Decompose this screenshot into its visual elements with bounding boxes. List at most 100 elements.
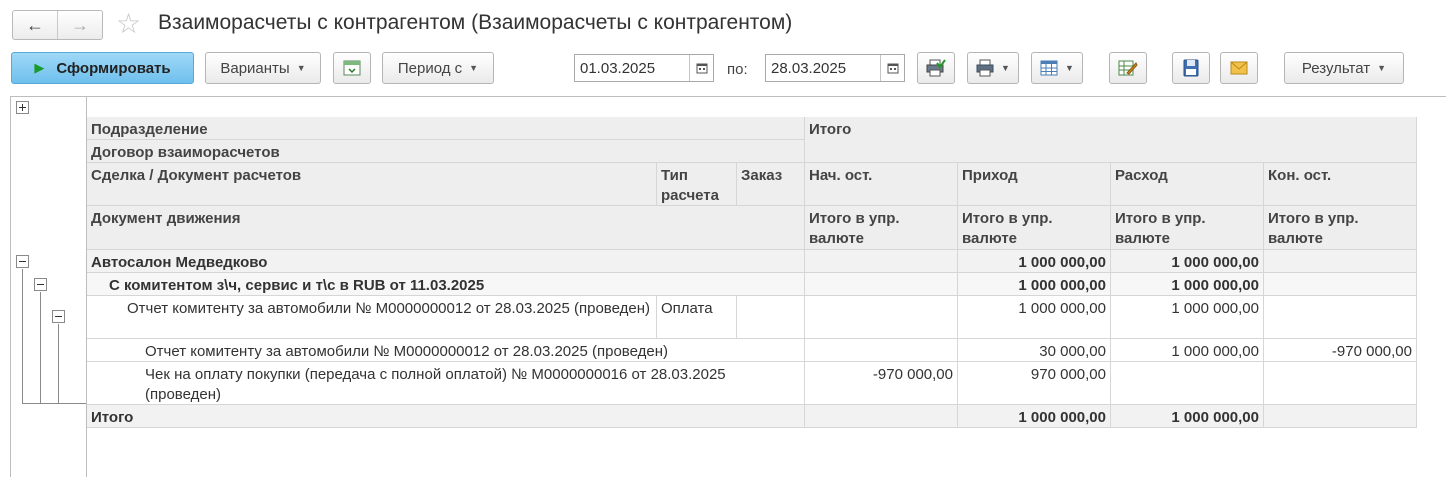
title-bar: ← → ☆ Взаиморасчеты с контрагентом (Взаи… <box>0 0 1446 48</box>
header-opening: Нач. ост. <box>805 163 958 206</box>
toolbar: ▶ Сформировать Варианты ▼ Период с ▼ по: <box>0 50 1446 86</box>
header-closing: Кон. ост. <box>1264 163 1417 206</box>
row-total-expense: 1 000 000,00 <box>1111 405 1264 428</box>
row-total-name: Итого <box>87 405 805 428</box>
navigation-buttons: ← → <box>12 10 103 40</box>
play-icon: ▶ <box>34 60 45 75</box>
panel-toggle-icon <box>343 60 361 76</box>
chevron-down-icon: ▼ <box>1377 63 1387 73</box>
row-movement-1-opening <box>805 339 958 362</box>
period-button[interactable]: Период с ▼ <box>382 52 494 84</box>
row-deal-order <box>737 296 805 339</box>
printer-icon <box>976 59 994 77</box>
chevron-down-icon: ▼ <box>296 63 306 73</box>
report-top-border <box>10 96 1446 97</box>
date-to-input[interactable] <box>766 55 876 81</box>
header-sub-closing: Итого в упр. валюте <box>1264 206 1417 250</box>
generate-button[interactable]: ▶ Сформировать <box>11 52 194 84</box>
collapse-group-icon[interactable] <box>16 255 29 268</box>
to-label: по: <box>727 61 748 78</box>
row-movement-1-income: 30 000,00 <box>958 339 1111 362</box>
row-contract-name[interactable]: С комитентом з\ч, сервис и т\с в RUB от … <box>87 273 805 296</box>
print-preview-button[interactable] <box>917 52 955 84</box>
row-total-opening <box>805 405 958 428</box>
row-deal-closing <box>1264 296 1417 339</box>
floppy-disk-icon <box>1183 59 1199 77</box>
row-contract-expense: 1 000 000,00 <box>1111 273 1264 296</box>
tree-line <box>22 403 86 404</box>
forward-button[interactable]: → <box>57 11 102 39</box>
row-deal-opening <box>805 296 958 339</box>
row-deal-calc-type: Оплата <box>657 296 737 339</box>
tree-line <box>58 324 59 404</box>
row-movement-2-closing <box>1264 362 1417 405</box>
table-settings-button[interactable]: ▼ <box>1031 52 1083 84</box>
row-deal-income: 1 000 000,00 <box>958 296 1111 339</box>
result-button[interactable]: Результат ▼ <box>1284 52 1404 84</box>
row-deal-name[interactable]: Отчет комитенту за автомобили № М0000000… <box>87 296 657 339</box>
date-from-input[interactable] <box>575 55 685 81</box>
header-order: Заказ <box>737 163 805 206</box>
edit-table-icon <box>1118 60 1138 76</box>
result-label: Результат <box>1301 59 1371 77</box>
row-contract-income: 1 000 000,00 <box>958 273 1111 296</box>
back-button[interactable]: ← <box>13 11 57 39</box>
row-movement-2-name[interactable]: Чек на оплату покупки (передача с полной… <box>87 362 805 405</box>
date-from-field[interactable] <box>574 54 714 82</box>
tree-line <box>22 269 23 404</box>
report-left-border <box>10 96 11 477</box>
row-total-closing <box>1264 405 1417 428</box>
row-division-closing <box>1264 250 1417 273</box>
edit-report-button[interactable] <box>1109 52 1147 84</box>
envelope-icon <box>1230 61 1248 75</box>
print-button[interactable]: ▼ <box>967 52 1019 84</box>
row-movement-2-income: 970 000,00 <box>958 362 1111 405</box>
header-total: Итого <box>805 117 1417 163</box>
report-area: Подразделение Договор взаиморасчетов Сде… <box>0 95 1446 477</box>
row-division-expense: 1 000 000,00 <box>1111 250 1264 273</box>
row-deal-expense: 1 000 000,00 <box>1111 296 1264 339</box>
date-to-field[interactable] <box>765 54 905 82</box>
row-movement-1-name[interactable]: Отчет комитенту за автомобили № М0000000… <box>87 339 805 362</box>
send-email-button[interactable] <box>1220 52 1258 84</box>
header-income: Приход <box>958 163 1111 206</box>
expand-all-icon[interactable] <box>16 101 29 114</box>
chevron-down-icon: ▼ <box>1001 63 1010 73</box>
row-division-income: 1 000 000,00 <box>958 250 1111 273</box>
row-division-opening <box>805 250 958 273</box>
header-division: Подразделение <box>87 117 805 140</box>
tree-line <box>40 292 41 404</box>
header-sub-opening: Итого в упр. валюте <box>805 206 958 250</box>
calendar-icon[interactable] <box>880 55 904 81</box>
row-movement-1-closing: -970 000,00 <box>1264 339 1417 362</box>
header-contract: Договор взаиморасчетов <box>87 140 805 163</box>
variants-button[interactable]: Варианты ▼ <box>205 52 321 84</box>
save-button[interactable] <box>1172 52 1210 84</box>
chevron-down-icon: ▼ <box>469 63 479 73</box>
collapse-group-icon[interactable] <box>34 278 47 291</box>
chevron-down-icon: ▼ <box>1065 63 1074 73</box>
row-contract-closing <box>1264 273 1417 296</box>
header-sub-income: Итого в упр. валюте <box>958 206 1111 250</box>
calendar-icon[interactable] <box>689 55 713 81</box>
arrow-left-icon: ← <box>26 14 44 35</box>
header-movement-doc: Документ движения <box>87 206 805 250</box>
star-icon[interactable]: ☆ <box>116 9 141 39</box>
arrow-right-icon: → <box>71 14 89 35</box>
row-total-income: 1 000 000,00 <box>958 405 1111 428</box>
table-icon <box>1040 60 1058 76</box>
row-movement-2-opening: -970 000,00 <box>805 362 958 405</box>
header-deal: Сделка / Документ расчетов <box>87 163 657 206</box>
row-division-name[interactable]: Автосалон Медведково <box>87 250 805 273</box>
settings-panel-button[interactable] <box>333 52 371 84</box>
row-movement-1-expense: 1 000 000,00 <box>1111 339 1264 362</box>
collapse-group-icon[interactable] <box>52 310 65 323</box>
header-sub-expense: Итого в упр. валюте <box>1111 206 1264 250</box>
header-calc-type: Тип расчета <box>657 163 737 206</box>
header-expense: Расход <box>1111 163 1264 206</box>
row-contract-opening <box>805 273 958 296</box>
print-check-icon <box>926 59 946 77</box>
period-label: Период с <box>397 59 463 77</box>
generate-label: Сформировать <box>56 59 171 77</box>
page-title: Взаиморасчеты с контрагентом (Взаиморасч… <box>158 11 793 34</box>
